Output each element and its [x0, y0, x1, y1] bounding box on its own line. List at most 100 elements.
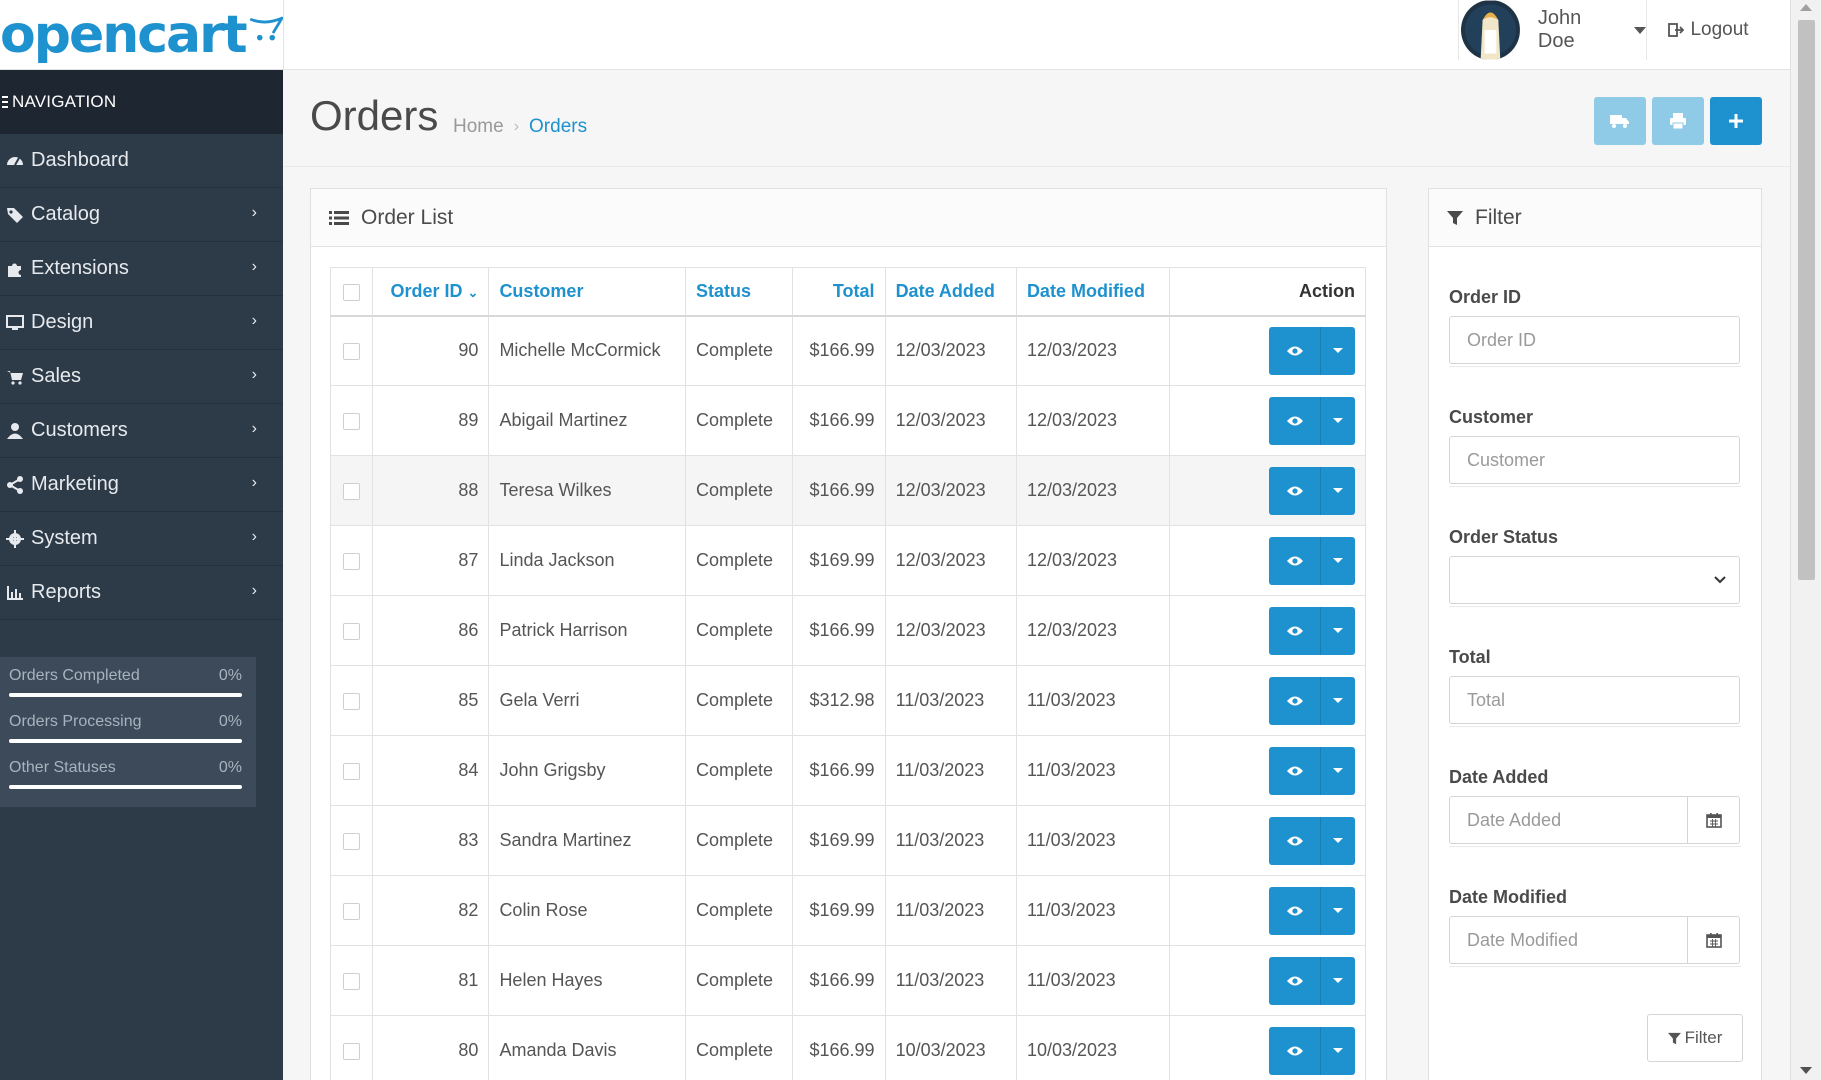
row-checkbox[interactable] [343, 343, 361, 360]
row-checkbox[interactable] [343, 482, 361, 500]
column-status[interactable]: Status [684, 267, 794, 317]
order-id-label: Order ID [1449, 287, 1522, 307]
action-cell [1169, 315, 1366, 386]
row-checkbox[interactable] [343, 832, 361, 850]
view-order-button[interactable] [1269, 466, 1321, 515]
action-dropdown-toggle[interactable] [1321, 676, 1355, 725]
action-dropdown-toggle[interactable] [1321, 326, 1355, 375]
menu-icon [2, 96, 8, 108]
caret-down-icon [1333, 768, 1343, 773]
row-checkbox[interactable] [343, 972, 361, 990]
action-dropdown-toggle[interactable] [1321, 396, 1355, 445]
row-select-cell [329, 735, 374, 806]
caret-down-icon [1333, 488, 1343, 493]
action-dropdown-toggle[interactable] [1321, 466, 1355, 515]
view-order-button[interactable] [1269, 886, 1321, 935]
column-label: Total [832, 280, 875, 301]
add-order-button[interactable] [1710, 97, 1762, 145]
action-cell [1169, 455, 1366, 526]
action-dropdown-toggle[interactable] [1321, 536, 1355, 585]
date-added-calendar-button[interactable] [1688, 796, 1740, 844]
view-order-button[interactable] [1269, 746, 1321, 795]
page-scrollbar[interactable] [1790, 0, 1821, 1080]
puzzle-icon [0, 260, 30, 278]
print-invoice-button[interactable] [1652, 97, 1704, 145]
caret-down-icon [1333, 418, 1343, 423]
column-label: Customer [499, 280, 584, 301]
breadcrumb-separator: › [513, 118, 520, 135]
row-checkbox[interactable] [343, 692, 361, 710]
view-order-button[interactable] [1269, 606, 1321, 655]
row-checkbox[interactable] [343, 902, 361, 920]
row-select-cell [329, 805, 374, 876]
shipping-list-button[interactable] [1594, 97, 1646, 145]
action-dropdown-toggle[interactable] [1321, 746, 1355, 795]
date-added-input-group [1449, 796, 1740, 844]
view-order-button[interactable] [1269, 326, 1321, 375]
sidebar-item-sales[interactable]: Sales › [0, 350, 283, 404]
date-modified-cell: 12/03/2023 [1015, 455, 1171, 526]
order-status-select[interactable] [1449, 556, 1740, 604]
view-order-button[interactable] [1269, 1026, 1321, 1075]
sidebar-item-system[interactable]: System › [0, 512, 283, 566]
column-total[interactable]: Total [792, 267, 886, 317]
sidebar-item-dashboard[interactable]: Dashboard [0, 134, 283, 188]
column-customer[interactable]: Customer [488, 267, 686, 317]
funnel-icon [1667, 1032, 1681, 1044]
row-checkbox[interactable] [343, 1042, 361, 1060]
navigation-heading: NAVIGATION [0, 70, 283, 134]
row-checkbox[interactable] [343, 622, 361, 640]
sidebar-item-marketing[interactable]: Marketing › [0, 458, 283, 512]
action-dropdown-toggle[interactable] [1321, 816, 1355, 865]
date-added-cell: 12/03/2023 [884, 595, 1017, 666]
sidebar-item-catalog[interactable]: Catalog › [0, 188, 283, 242]
order-id-cell: 82 [372, 875, 490, 946]
logout-label: Logout [1690, 19, 1749, 40]
action-dropdown-toggle[interactable] [1321, 956, 1355, 1005]
eye-icon [1286, 696, 1303, 705]
action-dropdown-toggle[interactable] [1321, 606, 1355, 655]
opencart-logo[interactable]: opencart [0, 4, 283, 66]
list-icon [329, 210, 349, 225]
logout-link[interactable]: Logout [1646, 0, 1770, 60]
view-order-button[interactable] [1269, 816, 1321, 865]
sidebar-item-design[interactable]: Design › [0, 296, 283, 350]
row-select-cell [329, 945, 374, 1016]
total-cell: $312.98 [792, 665, 886, 736]
column-label: Status [696, 280, 752, 301]
action-dropdown-toggle[interactable] [1321, 886, 1355, 935]
filter-button[interactable]: Filter [1647, 1014, 1743, 1062]
row-checkbox[interactable] [343, 552, 361, 570]
filter-order-id-group: Order ID [1449, 247, 1741, 367]
action-cell [1169, 595, 1366, 666]
column-order-id[interactable]: Order ID ⌄ [372, 267, 490, 317]
order-id-input[interactable] [1449, 316, 1740, 364]
breadcrumb-orders-link[interactable]: Orders [529, 116, 587, 138]
customer-input[interactable] [1449, 436, 1740, 484]
total-input[interactable] [1449, 676, 1740, 724]
date-modified-calendar-button[interactable] [1688, 916, 1740, 964]
date-modified-input[interactable] [1449, 916, 1688, 964]
row-checkbox[interactable] [343, 412, 361, 430]
row-checkbox[interactable] [343, 762, 361, 780]
select-all-checkbox[interactable] [343, 283, 361, 301]
date-added-input[interactable] [1449, 796, 1688, 844]
breadcrumb-home-link[interactable]: Home [453, 116, 504, 138]
scroll-down-arrow-icon[interactable] [1800, 1067, 1812, 1074]
scrollbar-thumb[interactable] [1798, 20, 1815, 580]
view-order-button[interactable] [1269, 956, 1321, 1005]
chevron-right-icon: › [251, 258, 257, 275]
progress-bar [9, 693, 242, 697]
user-menu[interactable]: John Doe [1458, 0, 1646, 60]
column-date-added[interactable]: Date Added [884, 267, 1017, 317]
action-dropdown-toggle[interactable] [1321, 1026, 1355, 1075]
scroll-up-arrow-icon[interactable] [1800, 4, 1812, 11]
view-order-button[interactable] [1269, 536, 1321, 585]
sidebar-item-extensions[interactable]: Extensions › [0, 242, 283, 296]
view-order-button[interactable] [1269, 676, 1321, 725]
customer-cell: Linda Jackson [488, 525, 686, 596]
sidebar-item-customers[interactable]: Customers › [0, 404, 283, 458]
sidebar-item-reports[interactable]: Reports › [0, 566, 283, 620]
view-order-button[interactable] [1269, 396, 1321, 445]
column-date-modified[interactable]: Date Modified [1015, 267, 1171, 317]
